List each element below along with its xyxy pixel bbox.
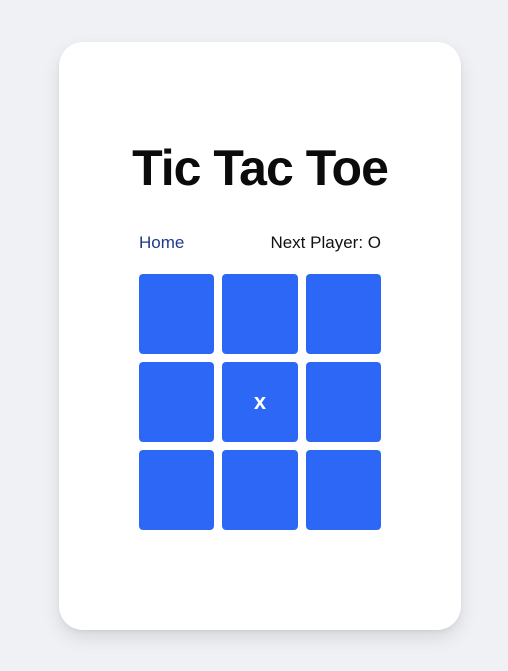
board-cell-3[interactable]	[139, 362, 214, 442]
next-player-label: Next Player:	[270, 233, 368, 252]
nav-row: Home Next Player: O	[139, 232, 381, 254]
next-player-status: Next Player: O	[270, 233, 381, 253]
board-cell-4[interactable]: x	[222, 362, 298, 442]
game-card: Tic Tac Toe Home Next Player: O x	[59, 42, 461, 630]
home-link[interactable]: Home	[139, 233, 184, 253]
board-cell-8[interactable]	[306, 450, 381, 530]
board-cell-6[interactable]	[139, 450, 214, 530]
page-title: Tic Tac Toe	[132, 140, 389, 196]
game-board: x	[139, 274, 381, 530]
next-player-value: O	[367, 233, 381, 252]
board-cell-5[interactable]	[306, 362, 381, 442]
board-cell-1[interactable]	[222, 274, 298, 354]
board-cell-2[interactable]	[306, 274, 381, 354]
board-cell-0[interactable]	[139, 274, 214, 354]
board-cell-7[interactable]	[222, 450, 298, 530]
